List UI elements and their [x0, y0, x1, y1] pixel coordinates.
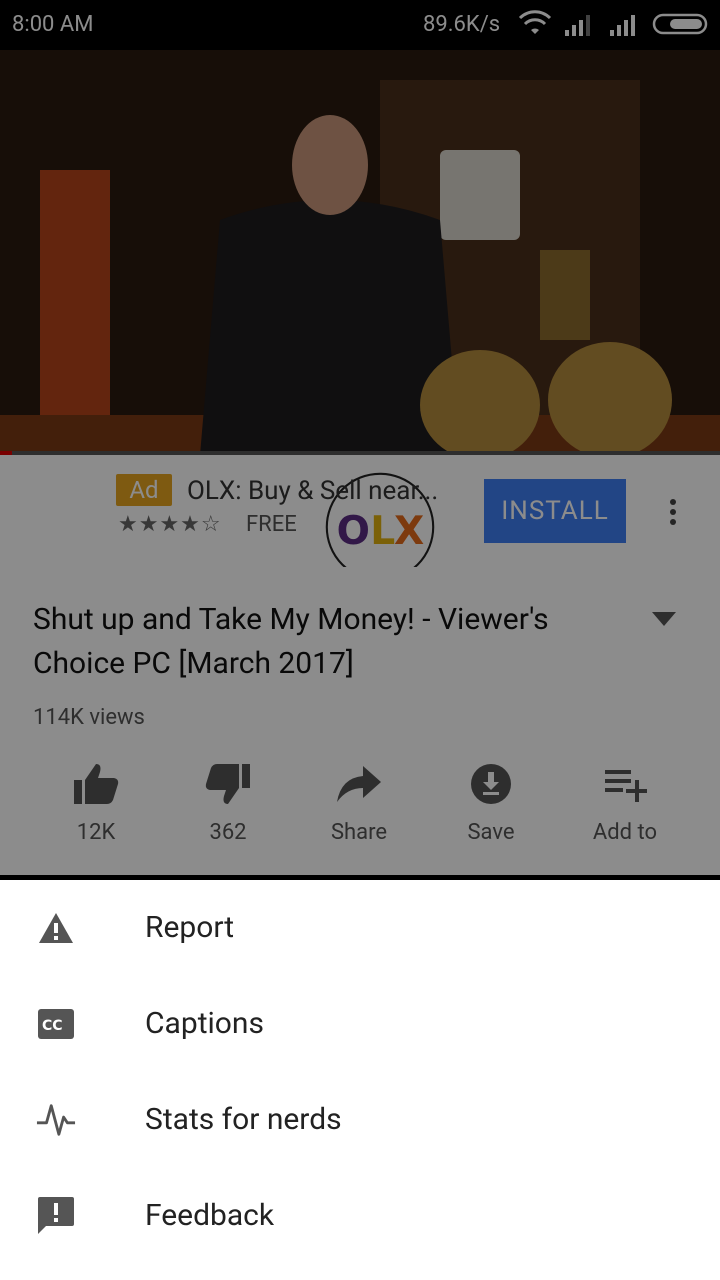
warning-icon [39, 913, 73, 943]
like-count: 12K [76, 820, 116, 845]
menu-item-label: Stats for nerds [145, 1102, 342, 1137]
view-count: 114K views [33, 705, 145, 730]
menu-item-report[interactable]: Report [0, 880, 720, 976]
playlist-add-icon [605, 770, 647, 802]
install-button[interactable]: INSTALL [484, 479, 626, 543]
feedback-icon [38, 1197, 74, 1234]
ad-title[interactable]: OLX: Buy & Sell near... [187, 476, 457, 506]
menu-item-captions[interactable]: CC Captions [0, 976, 720, 1072]
expand-icon[interactable] [650, 610, 678, 628]
svg-text:CC: CC [42, 1018, 63, 1034]
share-label: Share [330, 820, 388, 845]
network-speed: 89.6K/s [423, 12, 501, 37]
share-button[interactable]: Share [299, 760, 419, 845]
ad-price: FREE [246, 512, 297, 537]
thumb-up-icon [74, 764, 119, 804]
bottom-sheet-menu: Report CC Captions Stats for nerds Feedb… [0, 880, 720, 1280]
add-to-button[interactable]: Add to [565, 760, 685, 845]
svg-text:X: X [394, 509, 424, 554]
add-to-label: Add to [592, 820, 658, 845]
svg-text:L: L [370, 509, 395, 554]
captions-icon: CC [38, 1009, 74, 1039]
status-time: 8:00 AM [12, 12, 94, 37]
pulse-icon [36, 1104, 76, 1136]
save-button[interactable]: Save [431, 760, 551, 845]
share-icon [337, 766, 381, 802]
dislike-button[interactable]: 362 [168, 760, 288, 845]
save-label: Save [467, 820, 515, 845]
menu-item-label: Report [145, 910, 235, 945]
download-icon [471, 764, 511, 804]
menu-item-label: Captions [145, 1006, 264, 1041]
like-button[interactable]: 12K [36, 760, 156, 845]
video-player[interactable] [0, 50, 720, 455]
menu-item-label: Feedback [145, 1198, 275, 1233]
svg-text:O: O [337, 509, 370, 554]
ad-rating-stars: ★★★★☆ [118, 512, 222, 537]
video-thumbnail [0, 50, 720, 455]
status-bar: 8:00 AM 89.6K/s [0, 0, 720, 50]
dislike-count: 362 [209, 820, 247, 845]
battery-icon [652, 13, 708, 35]
more-vert-icon[interactable] [664, 497, 682, 527]
video-title[interactable]: Shut up and Take My Money! - Viewer's Ch… [33, 598, 633, 686]
thumb-down-icon [205, 764, 250, 804]
ad-badge: Ad [116, 474, 172, 506]
signal-icon [565, 15, 590, 36]
signal-icon [610, 15, 635, 36]
wifi-icon [518, 10, 552, 34]
menu-item-feedback[interactable]: Feedback [0, 1168, 720, 1264]
menu-item-stats-for-nerds[interactable]: Stats for nerds [0, 1072, 720, 1168]
